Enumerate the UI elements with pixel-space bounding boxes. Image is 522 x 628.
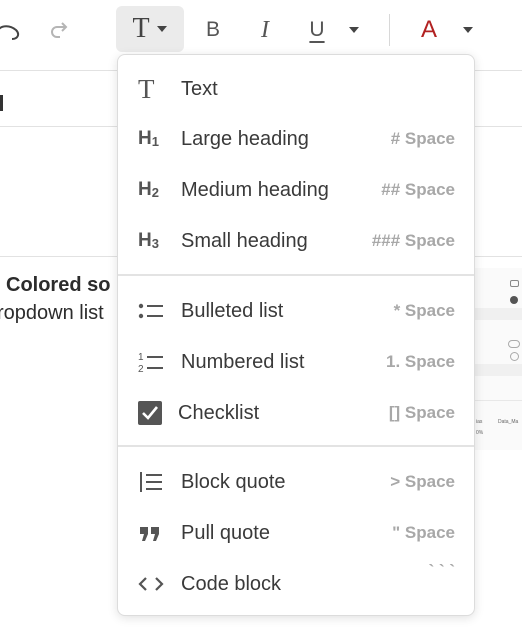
heading-1-icon: H1 bbox=[138, 128, 159, 149]
undo-icon bbox=[0, 25, 20, 40]
thumb-text: ias bbox=[476, 419, 483, 425]
italic-icon: I bbox=[261, 16, 269, 43]
svg-text:2: 2 bbox=[138, 364, 144, 374]
checklist-icon bbox=[138, 401, 166, 425]
menu-item-text[interactable]: T Text bbox=[118, 64, 474, 114]
thumb-text: 0% bbox=[476, 430, 484, 436]
thumb-dot-icon bbox=[510, 352, 519, 361]
heading-2-icon: H2 bbox=[138, 179, 159, 200]
menu-item-label: Medium heading bbox=[181, 179, 329, 201]
menu-item-shortcut: ### Space bbox=[371, 231, 455, 250]
redo-button[interactable] bbox=[46, 14, 72, 46]
thumb-dot-icon bbox=[510, 296, 518, 304]
bulleted-list-icon bbox=[138, 299, 166, 323]
menu-item-shortcut: 1. Space bbox=[386, 352, 455, 371]
background-heading: Colored so bbox=[6, 274, 111, 296]
menu-item-label: Checklist bbox=[178, 402, 260, 424]
menu-item-label: Bulleted list bbox=[181, 300, 284, 322]
menu-item-shortcut: " Space bbox=[392, 523, 455, 542]
bold-icon: B bbox=[205, 18, 220, 41]
text-icon: T bbox=[138, 74, 155, 104]
toolbar-divider bbox=[389, 14, 390, 46]
menu-item-shortcut: [] Space bbox=[388, 403, 455, 422]
heading-3-icon: H3 bbox=[138, 230, 159, 251]
menu-item-medium-heading[interactable]: H2 Medium heading ## Space bbox=[118, 165, 474, 215]
menu-item-small-heading[interactable]: H3 Small heading ### Space bbox=[118, 216, 474, 266]
menu-item-shortcut: ## Space bbox=[381, 180, 455, 199]
redo-icon bbox=[51, 22, 68, 38]
font-color-button[interactable]: A bbox=[414, 14, 444, 46]
menu-item-numbered-list[interactable]: 1 2 Numbered list 1. Space bbox=[118, 337, 474, 387]
chevron-down-icon bbox=[463, 27, 473, 33]
numbered-list-icon: 1 2 bbox=[138, 350, 166, 374]
underline-button[interactable]: U bbox=[302, 14, 332, 46]
pull-quote-icon bbox=[138, 521, 166, 545]
thumb-row bbox=[470, 308, 522, 320]
thumb-divider bbox=[470, 400, 522, 401]
chevron-down-icon bbox=[349, 27, 359, 33]
menu-item-checklist[interactable]: Checklist [] Space bbox=[118, 388, 474, 438]
menu-item-label: Block quote bbox=[181, 471, 286, 493]
svg-text:1: 1 bbox=[138, 352, 144, 363]
code-block-icon bbox=[138, 572, 166, 596]
chevron-down-icon bbox=[156, 26, 167, 32]
italic-button[interactable]: I bbox=[250, 14, 280, 46]
menu-item-code-block[interactable]: Code block ` ` ` bbox=[118, 559, 474, 609]
font-color-icon: A bbox=[420, 16, 437, 43]
menu-item-large-heading[interactable]: H1 Large heading # Space bbox=[118, 114, 474, 164]
menu-item-shortcut: * Space bbox=[393, 301, 455, 320]
menu-item-shortcut: > Space bbox=[390, 472, 455, 491]
bold-button[interactable]: B bbox=[198, 14, 228, 46]
menu-item-shortcut: # Space bbox=[390, 129, 455, 148]
editor-page: T B I U A Colored so ropdown list ias Da… bbox=[0, 0, 522, 628]
menu-item-label: Large heading bbox=[181, 128, 309, 150]
menu-item-label: Text bbox=[181, 78, 218, 100]
menu-item-pull-quote[interactable]: Pull quote " Space bbox=[118, 508, 474, 558]
thumb-row bbox=[470, 364, 522, 376]
underline-icon: U bbox=[309, 18, 325, 41]
background-text: ropdown list bbox=[0, 302, 104, 324]
menu-item-label: Pull quote bbox=[181, 522, 270, 544]
undo-button[interactable] bbox=[0, 14, 22, 46]
text-format-more-button[interactable] bbox=[342, 14, 366, 46]
text-style-dropdown: T Text H1 Large heading # Space H2 Mediu… bbox=[117, 54, 475, 616]
menu-item-label: Small heading bbox=[181, 230, 308, 252]
text-cursor bbox=[0, 95, 3, 111]
menu-divider bbox=[118, 274, 474, 276]
text-style-button[interactable]: T bbox=[116, 6, 184, 52]
thumb-toggle-icon bbox=[508, 340, 520, 348]
menu-divider bbox=[118, 445, 474, 447]
font-color-dropdown-button[interactable] bbox=[456, 14, 480, 46]
menu-item-label: Numbered list bbox=[181, 351, 305, 373]
menu-item-bulleted-list[interactable]: Bulleted list * Space bbox=[118, 286, 474, 336]
thumb-dot-icon bbox=[510, 280, 519, 287]
menu-item-block-quote[interactable]: Block quote > Space bbox=[118, 457, 474, 507]
menu-item-shortcut: ` ` ` bbox=[428, 561, 455, 580]
thumb-text: Data_Ma bbox=[498, 419, 519, 425]
block-quote-icon bbox=[138, 470, 166, 494]
text-style-icon: T bbox=[132, 13, 150, 44]
menu-item-label: Code block bbox=[181, 573, 282, 595]
background-thumbnail: ias Data_Ma 0% bbox=[470, 268, 522, 450]
